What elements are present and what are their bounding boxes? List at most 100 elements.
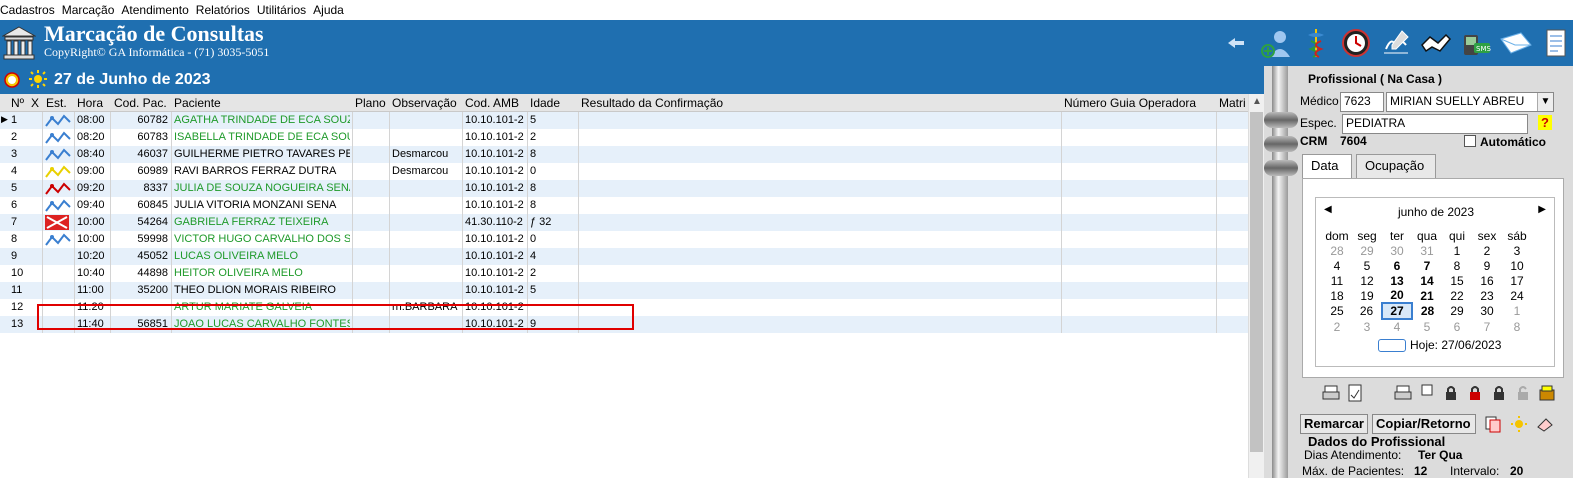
chevron-down-icon[interactable]: ▼: [1537, 93, 1553, 111]
calendar-day[interactable]: 2: [1322, 319, 1352, 334]
table-row[interactable]: 2 08:20 60783 ISABELLA TRINDADE DE ECA SOUZ…: [0, 129, 1248, 146]
calendar-day[interactable]: 22: [1442, 288, 1472, 303]
cancelled-status-icon[interactable]: [44, 214, 72, 231]
calendar-day[interactable]: 5: [1352, 258, 1382, 273]
table-row[interactable]: 10 10:40 44898 HEITOR OLIVEIRA MELO 10.10.10…: [0, 265, 1248, 282]
table-row[interactable]: 3 08:40 46037 GUILHERME PIETRO TAVARES PERE…: [0, 146, 1248, 163]
calendar-day[interactable]: 5: [1412, 319, 1442, 334]
calendar-day[interactable]: 1: [1502, 303, 1532, 319]
document-list-icon[interactable]: [1539, 26, 1573, 60]
menu-utilitarios[interactable]: Utilitários: [257, 3, 313, 17]
col-estado[interactable]: Est.: [46, 96, 67, 110]
scroll-up-icon[interactable]: ▲: [1252, 96, 1262, 107]
alarm-clock-icon[interactable]: [2, 69, 22, 92]
caduceus-icon[interactable]: [1299, 26, 1333, 60]
unlock-icon[interactable]: [1514, 384, 1532, 402]
calendar-day[interactable]: 3: [1502, 243, 1532, 258]
medico-code-field[interactable]: 7623: [1340, 92, 1384, 112]
email-send-icon[interactable]: [1499, 26, 1533, 60]
status-icon[interactable]: [44, 163, 72, 180]
cash-register-icon[interactable]: [1538, 384, 1556, 402]
back-arrow-icon[interactable]: [1219, 26, 1253, 60]
calendar-day[interactable]: 29: [1352, 243, 1382, 258]
grid-scrollbar[interactable]: ▲: [1248, 94, 1264, 478]
calendar-day[interactable]: 31: [1412, 243, 1442, 258]
calendar-day-today[interactable]: 27: [1381, 302, 1413, 320]
calendar-day[interactable]: 7: [1412, 258, 1442, 273]
lock-red-icon[interactable]: [1466, 384, 1484, 402]
status-icon[interactable]: [44, 112, 72, 129]
tab-ocupacao[interactable]: Ocupação: [1356, 154, 1436, 178]
table-row[interactable]: 5 09:20 8337 JULIA DE SOUZA NOGUEIRA SENA 10…: [0, 180, 1248, 197]
status-icon[interactable]: [44, 129, 72, 146]
calendar-day[interactable]: 17: [1502, 273, 1532, 288]
calendar-day[interactable]: 8: [1502, 319, 1532, 334]
calendar-day[interactable]: 16: [1472, 273, 1502, 288]
col-plano[interactable]: Plano: [355, 96, 386, 110]
calendar-day[interactable]: 3: [1352, 319, 1382, 334]
calendar-day[interactable]: 30: [1382, 243, 1412, 258]
calendar-day[interactable]: 28: [1412, 303, 1442, 319]
sms-phone-icon[interactable]: SMS: [1459, 26, 1493, 60]
calendar-day[interactable]: 15: [1442, 273, 1472, 288]
calendar-day[interactable]: 30: [1472, 303, 1502, 319]
calendar-day[interactable]: 11: [1322, 273, 1352, 288]
menu-atendimento[interactable]: Atendimento: [121, 3, 195, 17]
eraser-icon[interactable]: [1536, 415, 1554, 436]
table-row[interactable]: 11 11:00 35200 THEO DLION MORAIS RIBEIRO 10.…: [0, 282, 1248, 299]
menu-relatorios[interactable]: Relatórios: [196, 3, 257, 17]
next-month-icon[interactable]: ▶: [1538, 204, 1546, 215]
status-icon[interactable]: [44, 146, 72, 163]
menu-marcacao[interactable]: Marcação: [62, 3, 122, 17]
automatico-checkbox[interactable]: [1464, 135, 1476, 147]
calendar-day[interactable]: 7: [1472, 319, 1502, 334]
printer-icon[interactable]: [1394, 384, 1412, 402]
status-icon[interactable]: [44, 197, 72, 214]
table-row[interactable]: 9 10:20 45052 LUCAS OLIVEIRA MELO 10.10.101-…: [0, 248, 1248, 265]
blank-box-icon[interactable]: [1418, 384, 1436, 402]
clock-icon[interactable]: [1339, 26, 1373, 60]
calendar-day[interactable]: 2: [1472, 243, 1502, 258]
calendar-day[interactable]: 13: [1382, 273, 1412, 288]
calendar-day[interactable]: 12: [1352, 273, 1382, 288]
sun-icon[interactable]: [28, 69, 48, 92]
col-idade[interactable]: Idade: [530, 96, 560, 110]
calendar-day[interactable]: 4: [1322, 258, 1352, 273]
col-cod-pac[interactable]: Cod. Pac.: [114, 96, 167, 110]
printer-icon[interactable]: [1322, 384, 1340, 402]
calendar-day[interactable]: 10: [1502, 258, 1532, 273]
calendar-day[interactable]: 20: [1382, 288, 1412, 303]
status-icon[interactable]: [44, 231, 72, 248]
calendar-day[interactable]: 28: [1322, 243, 1352, 258]
col-observacao[interactable]: Observação: [392, 96, 457, 110]
calendar-day[interactable]: 1: [1442, 243, 1472, 258]
col-matri[interactable]: Matri: [1219, 96, 1246, 110]
col-numero[interactable]: Nº: [11, 96, 24, 110]
copiar-retorno-button[interactable]: Copiar/Retorno: [1372, 414, 1476, 434]
calendar-day[interactable]: 29: [1442, 303, 1472, 319]
sun-icon[interactable]: [1510, 415, 1528, 436]
calendar-day[interactable]: 25: [1322, 303, 1352, 319]
calendar-day[interactable]: 23: [1472, 288, 1502, 303]
table-row[interactable]: 8 10:00 59998 VICTOR HUGO CARVALHO DOS SANT…: [0, 231, 1248, 248]
menu-cadastros[interactable]: Cadastros: [0, 3, 62, 17]
medico-name-select[interactable]: MIRIAN SUELLY ABREU ▼: [1386, 92, 1554, 112]
status-icon[interactable]: [44, 180, 72, 197]
handshake-icon[interactable]: [1419, 26, 1453, 60]
calendar-day[interactable]: 18: [1322, 288, 1352, 303]
tab-data[interactable]: Data: [1302, 154, 1352, 180]
table-row[interactable]: 1 08:00 60782 AGATHA TRINDADE DE ECA SOUZA 1…: [0, 112, 1248, 129]
calendar-day[interactable]: 14: [1412, 273, 1442, 288]
col-x[interactable]: X: [31, 96, 39, 110]
today-label[interactable]: Hoje: 27/06/2023: [1410, 338, 1501, 352]
col-paciente[interactable]: Paciente: [174, 96, 221, 110]
col-resultado[interactable]: Resultado da Confirmação: [581, 96, 723, 110]
table-row[interactable]: 7 10:00 54264 GABRIELA FERRAZ TEIXEIRA 41.30…: [0, 214, 1248, 231]
calendar-day[interactable]: 24: [1502, 288, 1532, 303]
table-row[interactable]: 6 09:40 60845 JULIA VITORIA MONZANI SENA 10.…: [0, 197, 1248, 214]
add-patient-icon[interactable]: [1259, 26, 1293, 60]
scroll-thumb[interactable]: [1250, 112, 1263, 452]
lock-icon[interactable]: [1490, 384, 1508, 402]
calendar-day[interactable]: 6: [1442, 319, 1472, 334]
calendar-day[interactable]: 6: [1382, 258, 1412, 273]
